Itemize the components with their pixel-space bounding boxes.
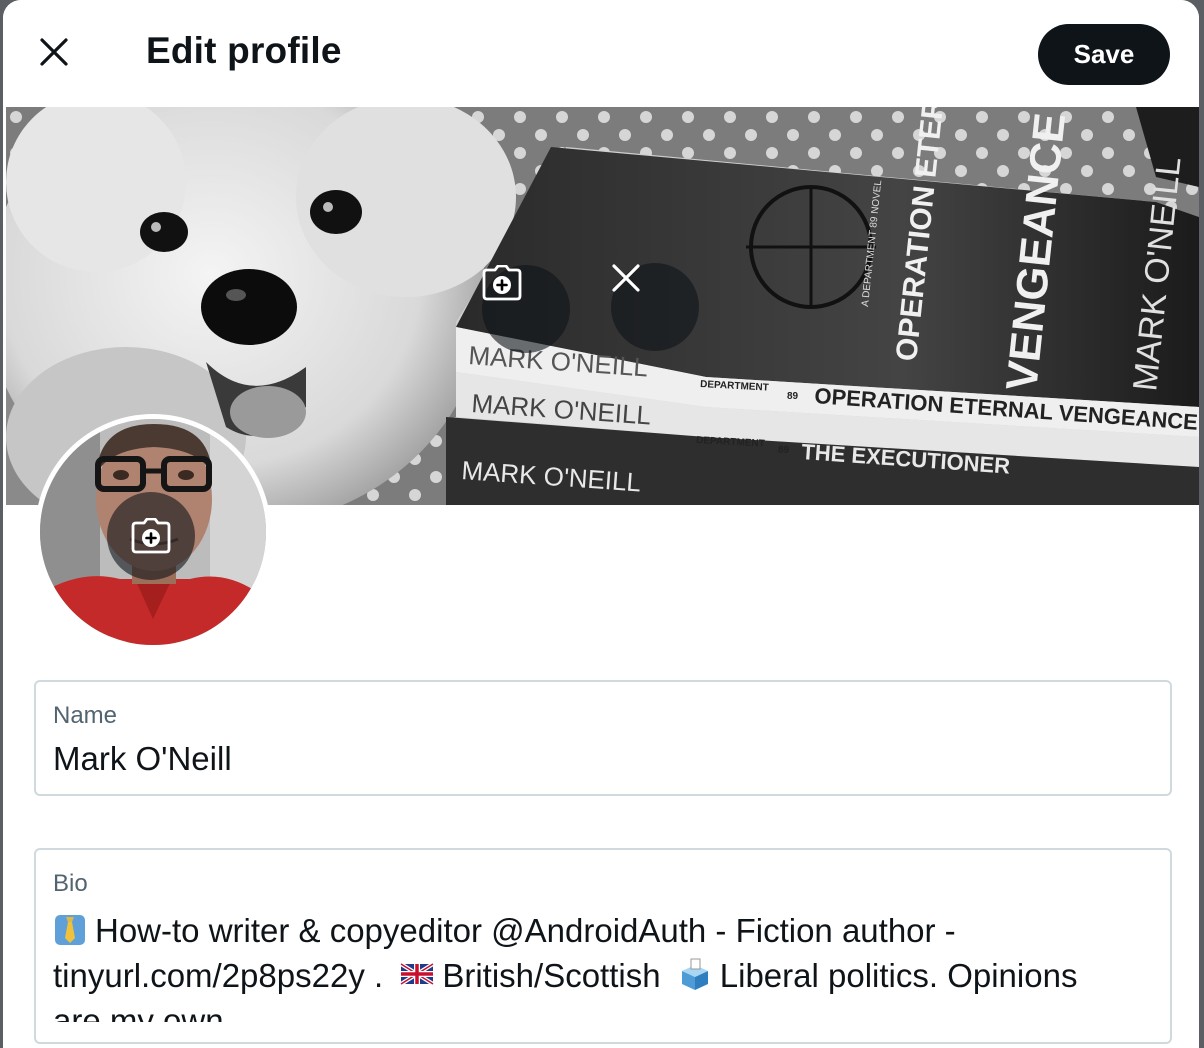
bio-line-3: are my own.: [53, 1002, 233, 1022]
bio-field-label: Bio: [53, 870, 88, 897]
book-text: 89: [778, 445, 790, 456]
close-icon: [612, 264, 640, 292]
name-field-label: Name: [53, 702, 118, 729]
edit-profile-modal: Edit profile Save MARK O'NEILL MARK O'NE…: [3, 0, 1199, 1048]
bio-text-line-1: How-to writer & copyeditor @AndroidAuth …: [95, 912, 956, 949]
book-text: 89: [787, 391, 799, 402]
close-icon: [40, 38, 68, 66]
camera-plus-icon: [131, 518, 171, 554]
name-input[interactable]: Mark O'Neill: [53, 740, 232, 778]
camera-plus-icon: [482, 265, 522, 301]
bio-line-2: tinyurl.com/2p8ps22y . British/Scottish …: [53, 953, 1143, 998]
name-field[interactable]: Name Mark O'Neill: [34, 680, 1172, 796]
bio-field[interactable]: Bio How-to writer & copyeditor @AndroidA…: [34, 848, 1172, 1044]
uk-flag-icon: [400, 962, 435, 986]
page-title: Edit profile: [146, 30, 342, 71]
bio-link[interactable]: tinyurl.com/2p8ps22y .: [53, 957, 383, 994]
bio-textarea[interactable]: How-to writer & copyeditor @AndroidAuth …: [53, 908, 1143, 1022]
modal-header: Edit profile Save: [3, 0, 1199, 107]
ballot-box-icon: [681, 958, 708, 990]
save-button[interactable]: Save: [1038, 24, 1170, 85]
banner-remove-photo-button[interactable]: [611, 263, 699, 351]
bio-line-1: How-to writer & copyeditor @AndroidAuth …: [53, 908, 1143, 953]
banner-add-photo-button[interactable]: [482, 265, 570, 353]
bio-text-line-2b: British/Scottish: [442, 957, 661, 994]
avatar-add-photo-button[interactable]: [107, 492, 195, 580]
close-button[interactable]: [27, 25, 81, 79]
necktie-icon: [55, 915, 85, 945]
bio-text-line-2c: Liberal politics. Opinions: [719, 957, 1078, 994]
